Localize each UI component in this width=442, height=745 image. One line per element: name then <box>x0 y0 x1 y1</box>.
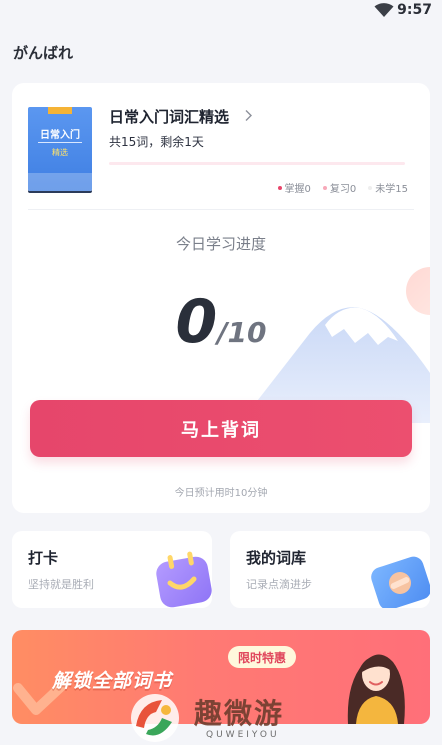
app-title: がんばれ <box>13 44 74 62</box>
legend-label-review: 复习0 <box>329 184 357 195</box>
checkin-subtitle: 坚持就是胜利 <box>28 578 94 591</box>
wifi-icon <box>374 3 394 17</box>
wordbank-title: 我的词库 <box>246 549 307 567</box>
legend-item-review: 复习0 <box>322 180 357 195</box>
status-time: 9:57 <box>397 2 432 18</box>
watermark-text: 趣微游 <box>194 697 285 730</box>
watermark-subtext: QUWEIYOU <box>206 730 280 740</box>
main-card: 日常入门 精选 日常入门词汇精选 共15词，剩余1天 掌握0 复习0 未学15 <box>12 83 430 513</box>
book-progress-legend: 掌握0 复习0 未学15 <box>277 180 408 195</box>
card-divider <box>28 209 414 210</box>
status-bar: 9:57 <box>0 0 442 22</box>
watermark-logo-icon <box>131 694 179 742</box>
watermark: 趣微游 QUWEIYOU <box>126 688 326 745</box>
legend-label-mastered: 掌握0 <box>284 184 311 195</box>
book-cover-subtitle: 精选 <box>52 148 68 157</box>
legend-dot-mastered <box>277 185 282 190</box>
legend-item-mastered: 掌握0 <box>277 180 311 195</box>
today-progress-done: 0 <box>175 287 218 357</box>
banner-girl-illustration <box>347 654 405 724</box>
wordbank-card[interactable]: 我的词库 记录点滴进步 <box>230 531 430 608</box>
book-cover-tab <box>48 107 72 114</box>
legend-label-unlearned: 未学15 <box>375 184 408 195</box>
start-memorize-button[interactable]: 马上背词 <box>30 400 412 457</box>
checkin-title: 打卡 <box>28 549 59 567</box>
book-cover-footer <box>28 173 92 191</box>
banner-badge: 限时特惠 <box>228 646 297 668</box>
wordbank-subtitle: 记录点滴进步 <box>246 578 312 591</box>
today-progress-total: /10 <box>217 316 267 349</box>
today-progress-count: 0/10 <box>12 287 430 357</box>
wordbook-icon <box>371 556 430 608</box>
book-cover-title: 日常入门 <box>40 130 80 141</box>
calendar-icon <box>156 551 212 608</box>
today-time-hint: 今日预计用时10分钟 <box>174 488 268 499</box>
book-progress-bar <box>109 162 405 165</box>
legend-dot-unlearned <box>368 185 373 190</box>
checkin-card[interactable]: 打卡 坚持就是胜利 <box>12 531 212 608</box>
book-cover[interactable]: 日常入门 精选 <box>28 107 92 191</box>
today-progress-heading: 今日学习进度 <box>175 235 266 253</box>
legend-item-unlearned: 未学15 <box>368 180 408 195</box>
book-subtitle: 共15词，剩余1天 <box>109 135 204 149</box>
book-cover-divider <box>38 142 82 143</box>
legend-dot-review <box>322 185 327 190</box>
chevron-right-icon[interactable] <box>244 109 253 122</box>
book-title[interactable]: 日常入门词汇精选 <box>109 106 229 127</box>
